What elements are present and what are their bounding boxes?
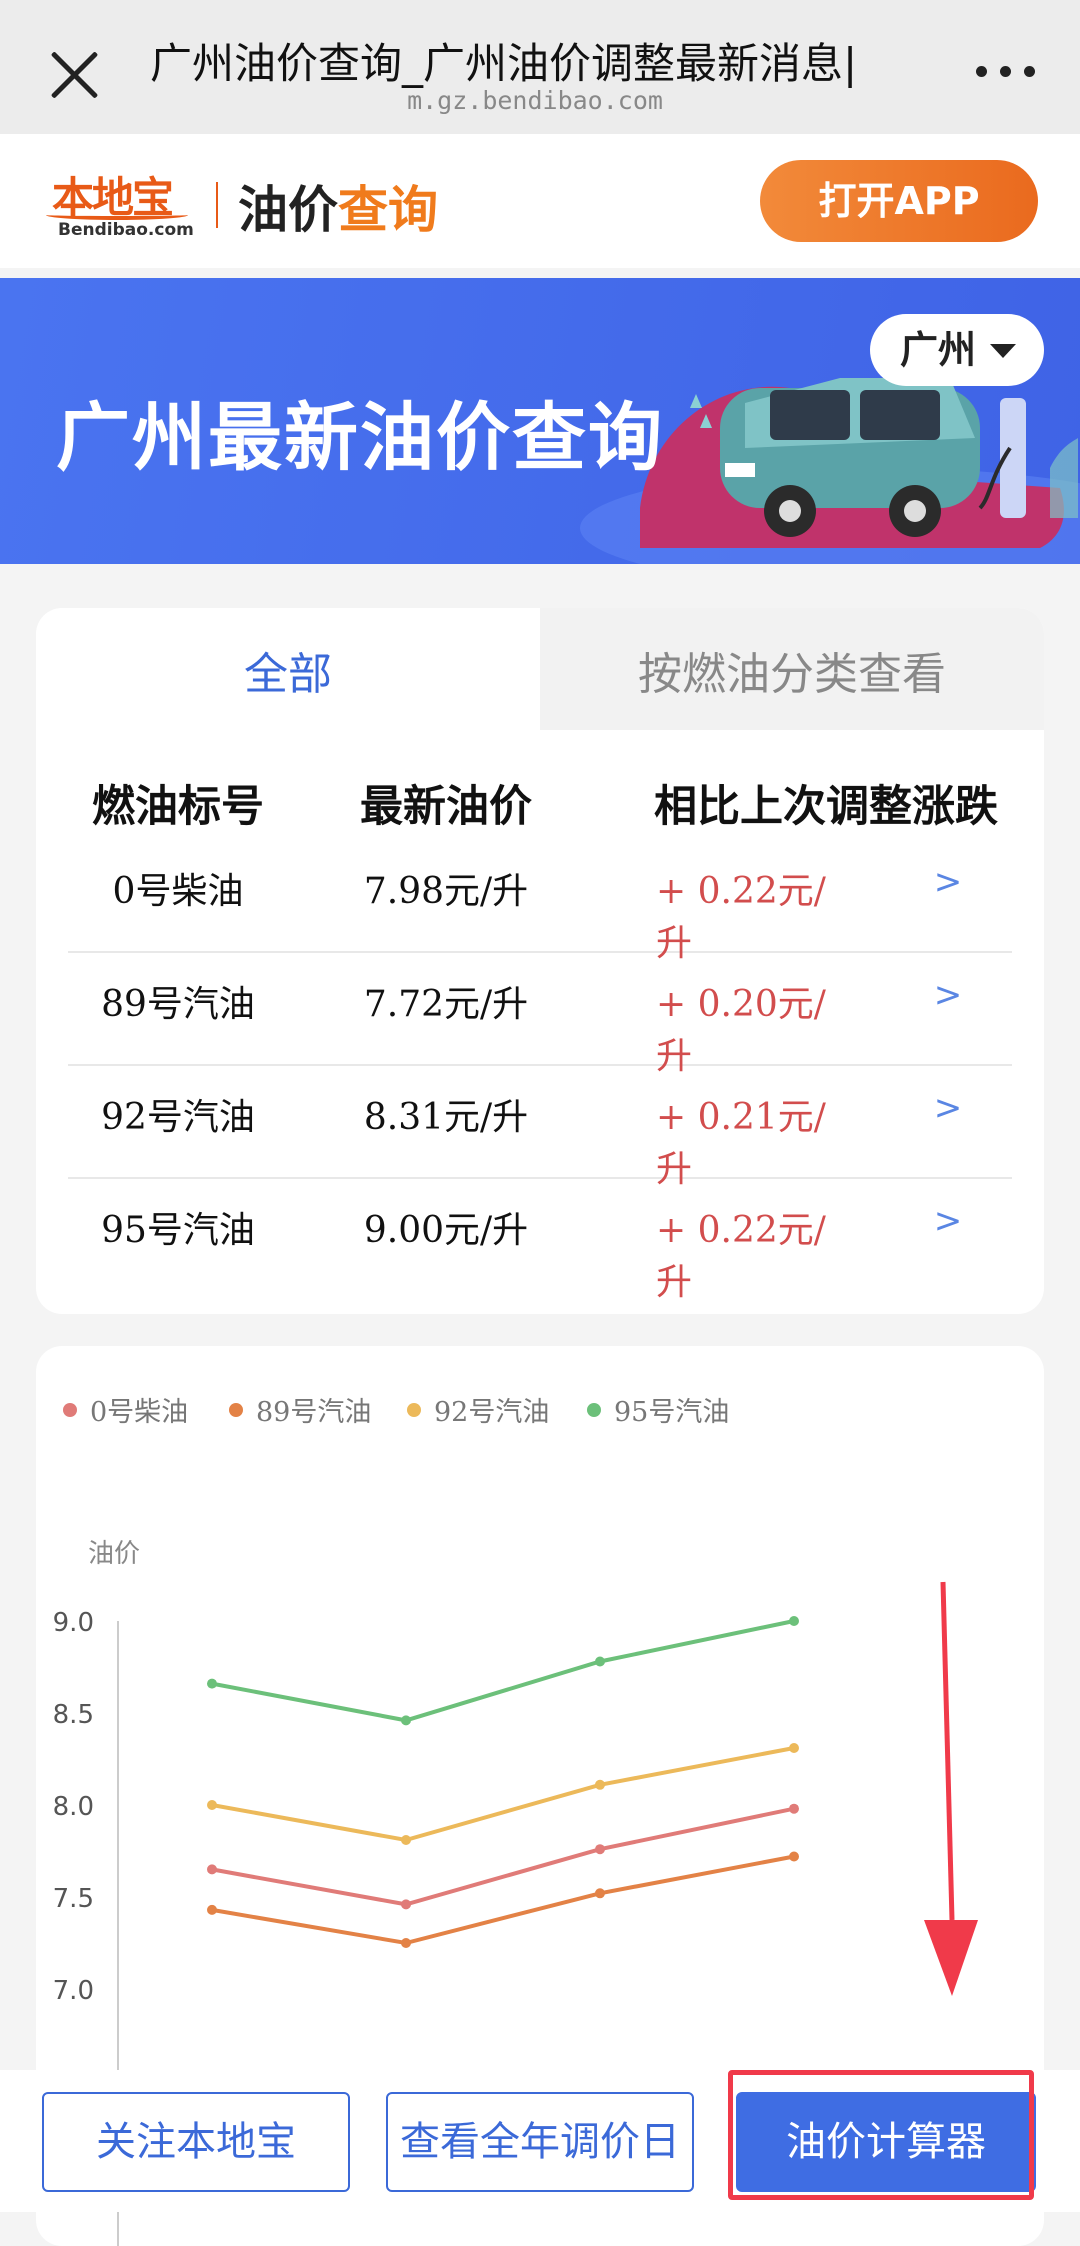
chevron-right-icon[interactable]: >: [928, 1201, 968, 1241]
price-change: + 0.21元/升: [656, 1097, 826, 1190]
data-point: [595, 1779, 605, 1790]
data-point: [595, 1888, 605, 1899]
price-change: + 0.22元/升: [656, 871, 826, 964]
fuel-price: 9.00元/升: [363, 1210, 529, 1251]
annotation-arrow-icon: [924, 1581, 978, 1996]
header-title-part2: 查询: [338, 181, 438, 239]
table-row[interactable]: 89号汽油 7.72元/升 + 0.20元/升 >: [68, 953, 1012, 1077]
legend-marker: [587, 1403, 601, 1417]
col-header-change: 相比上次调整涨跌: [654, 782, 998, 832]
city-label: 广州: [900, 328, 977, 372]
data-point: [401, 1835, 411, 1845]
data-point: [789, 1743, 799, 1753]
chevron-right-icon[interactable]: >: [928, 1088, 968, 1128]
logo-swoosh: [46, 210, 188, 220]
fuel-price: 8.31元/升: [363, 1097, 529, 1138]
banner-title: 广州最新油价查询: [56, 395, 664, 481]
fuel-name: 95号汽油: [101, 1210, 255, 1251]
site-header: 本地宝 Bendibao.com 油价查询 打开APP: [0, 134, 1080, 268]
data-point: [207, 1678, 217, 1689]
price-table-card: 全部 按燃油分类查看 燃油标号 最新油价 相比上次调整涨跌 0号柴油 7.98元…: [36, 608, 1044, 1314]
col-header-price: 最新油价: [360, 782, 532, 832]
series-line: [211, 1854, 795, 1946]
page-url: m.gz.bendibao.com: [407, 86, 663, 115]
dropdown-triangle-icon: [990, 344, 1016, 358]
y-tick-label: 9.0: [53, 1608, 94, 1638]
y-tick-label: 7.0: [53, 1976, 94, 2006]
logo-subtext: Bendibao.com: [58, 220, 194, 240]
col-header-fuel: 燃油标号: [92, 782, 264, 832]
y-tick-label: 7.5: [53, 1884, 94, 1914]
page-title: 广州油价查询_广州油价调整最新消息|: [150, 39, 858, 88]
fuel-price: 7.98元/升: [363, 871, 529, 912]
table-row[interactable]: 92号汽油 8.31元/升 + 0.21元/升 >: [68, 1066, 1012, 1190]
table-row[interactable]: 0号柴油 7.98元/升 + 0.22元/升 >: [68, 840, 1012, 964]
view-adjust-calendar-button[interactable]: 查看全年调价日: [386, 2092, 694, 2192]
browser-top-bar: 广州油价查询_广州油价调整最新消息| m.gz.bendibao.com: [0, 0, 1080, 134]
table-row[interactable]: 95号汽油 9.00元/升 + 0.22元/升 >: [68, 1179, 1012, 1303]
data-point: [207, 1864, 217, 1875]
close-icon[interactable]: [48, 48, 102, 102]
data-point: [401, 1715, 411, 1726]
data-point: [595, 1656, 605, 1667]
data-point: [789, 1851, 799, 1862]
data-point: [401, 1938, 411, 1948]
data-point: [789, 1803, 799, 1814]
data-point: [207, 1800, 217, 1810]
open-app-button[interactable]: 打开APP: [760, 160, 1038, 242]
banner: 广州最新油价查询 广州: [0, 278, 1080, 564]
follow-bendibao-button[interactable]: 关注本地宝: [42, 2092, 350, 2192]
legend-label: 92号汽油: [434, 1397, 549, 1428]
legend-label: 89号汽油: [256, 1397, 371, 1428]
y-axis-label: 油价: [88, 1539, 140, 1569]
data-point: [401, 1899, 411, 1910]
more-icon[interactable]: [976, 66, 1036, 80]
data-point: [595, 1844, 605, 1855]
bendibao-logo[interactable]: 本地宝 Bendibao.com: [42, 162, 194, 244]
chevron-right-icon[interactable]: >: [928, 862, 968, 902]
legend-label: 0号柴油: [90, 1397, 188, 1428]
legend-marker: [63, 1403, 77, 1417]
chevron-right-icon[interactable]: >: [928, 975, 968, 1015]
header-divider: [216, 182, 218, 228]
fuel-name: 92号汽油: [101, 1097, 255, 1138]
price-change: + 0.20元/升: [656, 984, 826, 1077]
header-title: 油价查询: [238, 170, 438, 242]
tab-by-category[interactable]: 按燃油分类查看: [540, 638, 1044, 702]
city-selector[interactable]: 广州: [870, 314, 1044, 386]
price-change: + 0.22元/升: [656, 1210, 826, 1303]
fuel-name: 89号汽油: [101, 984, 255, 1025]
tab-all[interactable]: 全部: [36, 638, 540, 702]
legend-label: 95号汽油: [614, 1397, 729, 1428]
header-title-part1: 油价: [238, 181, 338, 239]
highlight-box: [728, 2070, 1034, 2200]
legend-marker: [229, 1403, 243, 1417]
data-point: [207, 1904, 217, 1915]
series-line: [211, 1806, 795, 1907]
y-tick-label: 8.0: [53, 1792, 94, 1822]
fuel-price: 7.72元/升: [363, 984, 529, 1025]
y-tick-label: 8.5: [53, 1700, 94, 1730]
data-point: [789, 1616, 799, 1626]
legend-marker: [407, 1403, 421, 1417]
fuel-name: 0号柴油: [112, 871, 244, 912]
series-line: [211, 1619, 795, 1723]
